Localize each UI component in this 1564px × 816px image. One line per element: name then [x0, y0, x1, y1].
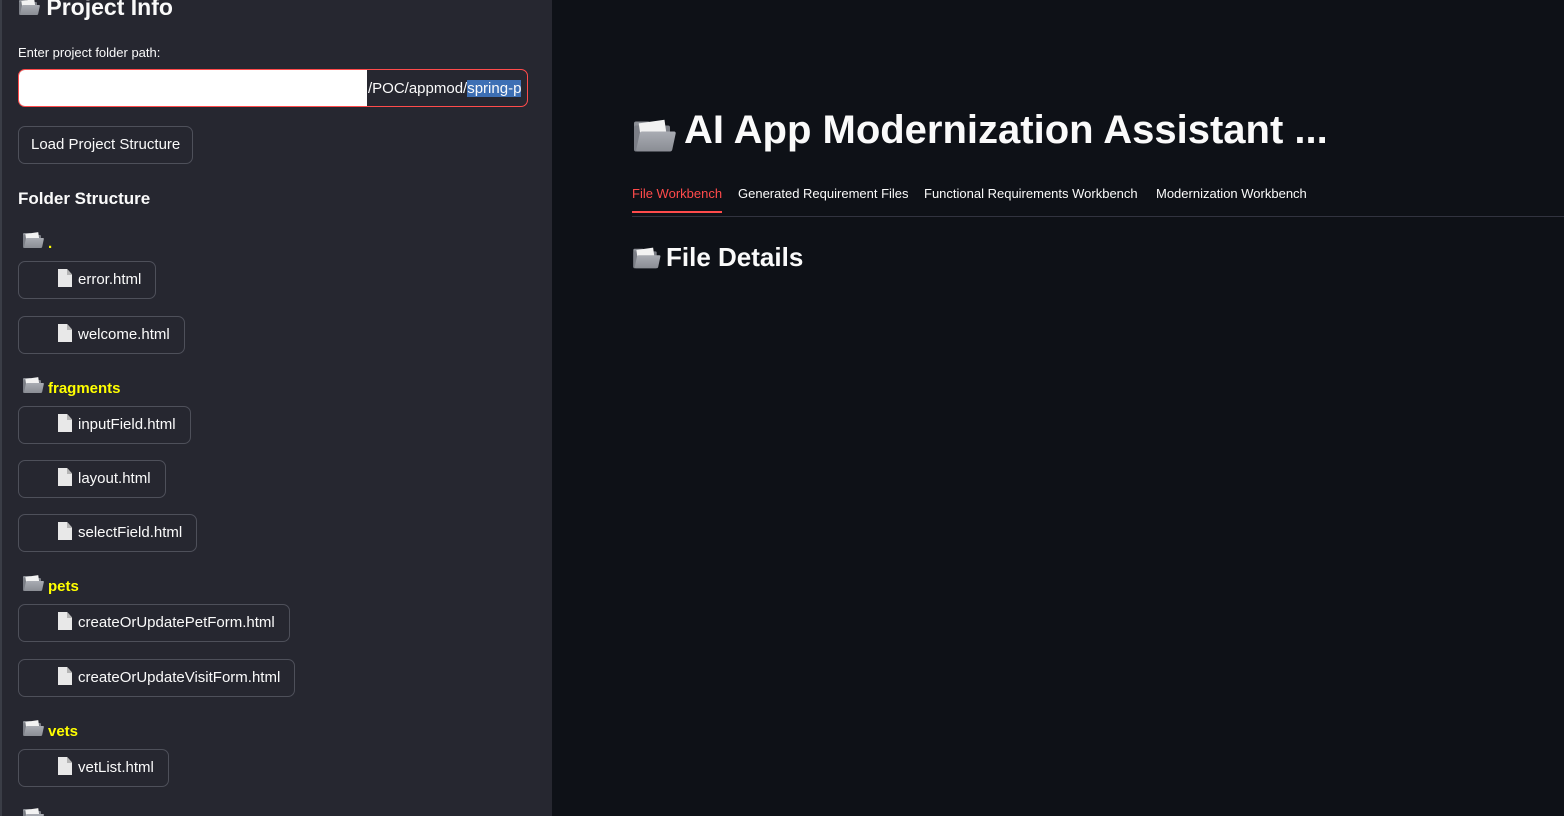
- path-input-text: /POC/appmod/spring-p: [368, 80, 522, 97]
- folder-icon: [22, 720, 45, 737]
- file-icon: [58, 324, 72, 342]
- file-button-createorupdatevisitform-html[interactable]: createOrUpdateVisitForm.html: [18, 659, 296, 697]
- file-button-error-html[interactable]: error.html: [18, 261, 157, 299]
- file-button-inputfield-html[interactable]: inputField.html: [18, 406, 191, 444]
- folder-name: fragments: [48, 380, 121, 397]
- file-icon: [58, 414, 72, 432]
- file-details-title: File Details: [666, 242, 804, 272]
- file-name: selectField.html: [78, 524, 183, 541]
- path-input-label: Enter project folder path:: [18, 45, 161, 60]
- project-path-input[interactable]: /POC/appmod/spring-p: [18, 69, 528, 107]
- page-title-text: AI App Modernization Assistant ...: [684, 108, 1328, 152]
- folder-label-next: [22, 808, 48, 816]
- project-info-title: Project Info: [46, 0, 173, 20]
- tab-modernization-workbench[interactable]: Modernization Workbench: [1156, 186, 1307, 211]
- folder-icon: [22, 232, 45, 249]
- folder-icon: [632, 119, 677, 154]
- file-button-vetlist-html[interactable]: vetList.html: [18, 749, 169, 787]
- path-visible-part: /POC/appmod/: [368, 80, 468, 97]
- file-icon: [58, 522, 72, 540]
- file-name: inputField.html: [78, 416, 176, 433]
- page-title: AI App Modernization Assistant ...: [632, 108, 1328, 153]
- path-selected-part: spring-p: [467, 80, 522, 97]
- folder-label-vets: vets: [22, 720, 78, 740]
- file-name: createOrUpdatePetForm.html: [78, 614, 275, 631]
- tab-file-workbench[interactable]: File Workbench: [632, 186, 723, 213]
- folder-name: pets: [48, 578, 79, 595]
- sidebar: Project Info Enter project folder path: …: [2, 0, 552, 816]
- file-name: welcome.html: [78, 326, 170, 343]
- file-details-heading: File Details: [632, 242, 803, 273]
- file-button-layout-html[interactable]: layout.html: [18, 460, 166, 498]
- file-name: vetList.html: [78, 759, 154, 776]
- file-icon: [58, 269, 72, 287]
- file-name: error.html: [78, 271, 142, 288]
- file-button-selectfield-html[interactable]: selectField.html: [18, 514, 198, 552]
- file-icon: [58, 667, 72, 685]
- tab-generated-requirement-files[interactable]: Generated Requirement Files: [738, 186, 909, 211]
- folder-label-root: .: [22, 232, 52, 252]
- file-button-createorupdatepetform-html[interactable]: createOrUpdatePetForm.html: [18, 604, 290, 642]
- folder-structure-heading: Folder Structure: [18, 189, 151, 208]
- file-icon: [58, 612, 72, 630]
- path-redacted-area: [19, 70, 367, 106]
- folder-icon: [632, 247, 661, 269]
- main-content: AI App Modernization Assistant ... File …: [552, 0, 1564, 816]
- file-icon: [58, 757, 72, 775]
- folder-label-fragments: fragments: [22, 377, 121, 397]
- file-icon: [58, 468, 72, 486]
- folder-icon: [18, 0, 41, 16]
- folder-name: .: [48, 235, 53, 252]
- folder-icon: [22, 808, 45, 816]
- folder-icon: [22, 377, 45, 394]
- file-button-welcome-html[interactable]: welcome.html: [18, 316, 185, 354]
- tab-functional-requirements-workbench[interactable]: Functional Requirements Workbench: [924, 186, 1138, 211]
- project-info-heading: Project Info: [18, 0, 173, 21]
- load-project-structure-button[interactable]: Load Project Structure: [18, 126, 193, 164]
- file-name: createOrUpdateVisitForm.html: [78, 669, 281, 686]
- file-name: layout.html: [78, 470, 151, 487]
- folder-label-pets: pets: [22, 575, 79, 595]
- folder-icon: [22, 575, 45, 592]
- folder-name: vets: [48, 723, 79, 740]
- tab-bar: File Workbench Generated Requirement Fil…: [632, 186, 1564, 217]
